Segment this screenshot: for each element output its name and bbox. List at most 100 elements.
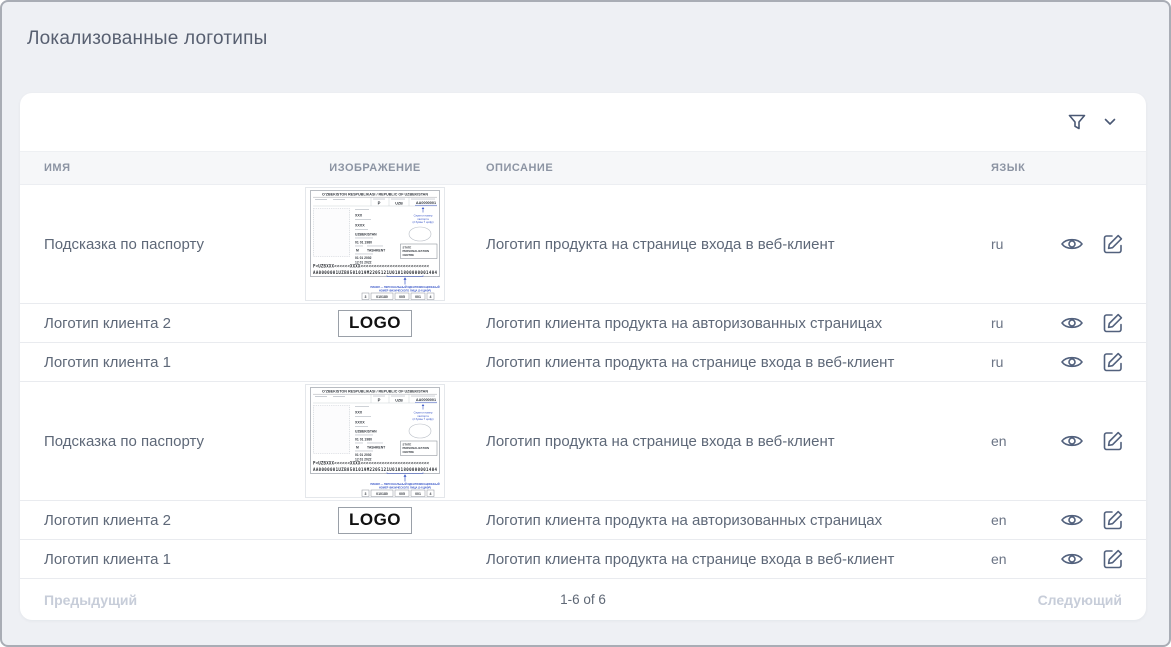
logo-description: Логотип клиента продукта на авторизованн…: [470, 512, 965, 529]
svg-text:M: M: [356, 249, 359, 253]
logo-name: Логотип клиента 2: [20, 315, 280, 332]
logo-language: en: [965, 433, 1031, 449]
svg-text:CENTRE: CENTRE: [403, 450, 415, 454]
column-header-image: ИЗОБРАЖЕНИЕ: [280, 162, 470, 174]
logos-table-card: ИМЯ ИЗОБРАЖЕНИЕ ОПИСАНИЕ ЯЗЫК Подсказка …: [20, 93, 1146, 620]
row-actions: [1031, 430, 1146, 452]
svg-text:XXX: XXX: [355, 411, 363, 415]
svg-text:010180: 010180: [376, 295, 388, 299]
logo-language: en: [965, 512, 1031, 528]
logo-description: Логотип продукта на странице входа в веб…: [470, 433, 965, 450]
view-button[interactable]: [1060, 550, 1084, 568]
row-actions: [1031, 351, 1146, 373]
svg-text:3: 3: [365, 492, 367, 496]
logo-image-cell: [280, 360, 470, 364]
edit-button[interactable]: [1102, 509, 1124, 531]
svg-text:005: 005: [399, 492, 405, 496]
view-button[interactable]: [1060, 353, 1084, 371]
svg-text:AA0000001: AA0000001: [416, 398, 436, 402]
table-body: Подсказка по паспорту O'ZBEKISTON RESPUB…: [20, 185, 1146, 579]
table-header: ИМЯ ИЗОБРАЖЕНИЕ ОПИСАНИЕ ЯЗЫК: [20, 151, 1146, 185]
logo-image-cell: O'ZBEKISTON RESPUBLIKASI / REPUBLIC OF U…: [280, 382, 470, 500]
edit-button[interactable]: [1102, 312, 1124, 334]
svg-text:UZBEKISTAN: UZBEKISTAN: [355, 430, 377, 434]
svg-text:(2 буквы 7 цифр): (2 буквы 7 цифр): [412, 220, 433, 224]
svg-text:UZBEKISTAN: UZBEKISTAN: [355, 233, 377, 237]
svg-text:005: 005: [399, 295, 405, 299]
column-header-language: ЯЗЫК: [965, 162, 1031, 174]
svg-text:P: P: [378, 398, 381, 403]
svg-text:01 01 2002: 01 01 2002: [355, 453, 372, 457]
edit-button[interactable]: [1102, 548, 1124, 570]
logo-name: Подсказка по паспорту: [20, 433, 280, 450]
svg-text:НОМЕР ФИЗИЧЕСКОГО ЛИЦА (14 ЦИФ: НОМЕР ФИЗИЧЕСКОГО ЛИЦА (14 ЦИФР): [379, 288, 431, 292]
svg-text:UZB: UZB: [395, 398, 403, 402]
funnel-icon: [1066, 111, 1088, 133]
table-row: Подсказка по паспорту O'ZBEKISTON RESPUB…: [20, 185, 1146, 304]
view-button[interactable]: [1060, 511, 1084, 529]
logo-name: Логотип клиента 1: [20, 551, 280, 568]
svg-text:AA0000001UZB8501019M2205121U01: AA0000001UZB8501019M2205121U010180000000…: [313, 270, 438, 275]
logo-description: Логотип продукта на странице входа в веб…: [470, 236, 965, 253]
edit-button[interactable]: [1102, 430, 1124, 452]
svg-text:001: 001: [415, 492, 421, 496]
svg-text:XXX: XXX: [355, 214, 363, 218]
edit-button[interactable]: [1102, 233, 1124, 255]
eye-icon: [1060, 235, 1084, 253]
svg-text:НОМЕР ФИЗИЧЕСКОГО ЛИЦА (14 ЦИФ: НОМЕР ФИЗИЧЕСКОГО ЛИЦА (14 ЦИФР): [379, 485, 431, 489]
svg-text:TASHKENT: TASHKENT: [367, 249, 386, 253]
svg-text:01 01 1980: 01 01 1980: [355, 241, 372, 245]
svg-text:ПИНФЛ — ПЕРСОНАЛЬНЫЙ ИДЕНТИФИК: ПИНФЛ — ПЕРСОНАЛЬНЫЙ ИДЕНТИФИКАЦИОННЫЙ: [370, 285, 439, 289]
logo-language: en: [965, 551, 1031, 567]
row-actions: [1031, 509, 1146, 531]
svg-text:UZB: UZB: [395, 201, 403, 205]
edit-icon: [1102, 430, 1124, 452]
view-button[interactable]: [1060, 235, 1084, 253]
eye-icon: [1060, 432, 1084, 450]
svg-text:O'ZBEKISTON RESPUBLIKASI / REP: O'ZBEKISTON RESPUBLIKASI / REPUBLIC OF U…: [322, 193, 428, 197]
svg-text:CENTRE: CENTRE: [403, 253, 415, 257]
logo-name: Логотип клиента 2: [20, 512, 280, 529]
edit-icon: [1102, 509, 1124, 531]
pagination: Предыдущий 1-6 of 6 Следующий: [20, 579, 1146, 620]
svg-text:(2 буквы 7 цифр): (2 буквы 7 цифр): [412, 417, 433, 421]
table-row: Логотип клиента 1 Логотип клиента продук…: [20, 343, 1146, 382]
logo-image: LOGO: [338, 310, 412, 337]
svg-text:P: P: [378, 201, 381, 206]
svg-text:P<UZBXXX<<<<<<XXXX<<<<<<<<<<<<: P<UZBXXX<<<<<<XXXX<<<<<<<<<<<<<<<<<<<<<<…: [313, 264, 430, 269]
page-range-label: 1-6 of 6: [20, 592, 1146, 607]
svg-text:001: 001: [415, 295, 421, 299]
table-toolbar: [20, 93, 1146, 151]
svg-text:3: 3: [365, 295, 367, 299]
app-window: Локализованные логотипы ИМЯ: [0, 0, 1171, 647]
logo-image-cell: [280, 557, 470, 561]
logo-description: Логотип клиента продукта на странице вхо…: [470, 354, 965, 371]
view-button[interactable]: [1060, 314, 1084, 332]
edit-button[interactable]: [1102, 351, 1124, 373]
logo-image: LOGO: [338, 507, 412, 534]
passport-image: O'ZBEKISTON RESPUBLIKASI / REPUBLIC OF U…: [305, 187, 445, 301]
table-row: Логотип клиента 1 Логотип клиента продук…: [20, 540, 1146, 579]
logo-name: Логотип клиента 1: [20, 354, 280, 371]
table-row: Подсказка по паспорту O'ZBEKISTON RESPUB…: [20, 382, 1146, 501]
row-actions: [1031, 312, 1146, 334]
svg-text:ПИНФЛ — ПЕРСОНАЛЬНЫЙ ИДЕНТИФИК: ПИНФЛ — ПЕРСОНАЛЬНЫЙ ИДЕНТИФИКАЦИОННЫЙ: [370, 482, 439, 486]
column-header-name: ИМЯ: [20, 162, 280, 174]
logo-language: ru: [965, 354, 1031, 370]
logo-description: Логотип клиента продукта на странице вхо…: [470, 551, 965, 568]
eye-icon: [1060, 511, 1084, 529]
filter-button[interactable]: [1066, 111, 1088, 133]
view-button[interactable]: [1060, 432, 1084, 450]
eye-icon: [1060, 550, 1084, 568]
filter-expand-button[interactable]: [1104, 118, 1116, 126]
svg-text:TASHKENT: TASHKENT: [367, 446, 386, 450]
row-actions: [1031, 233, 1146, 255]
svg-text:4: 4: [430, 295, 432, 299]
logo-language: ru: [965, 236, 1031, 252]
edit-icon: [1102, 312, 1124, 334]
svg-text:01 01 1980: 01 01 1980: [355, 438, 372, 442]
edit-icon: [1102, 233, 1124, 255]
svg-text:P<UZBXXX<<<<<<XXXX<<<<<<<<<<<<: P<UZBXXX<<<<<<XXXX<<<<<<<<<<<<<<<<<<<<<<…: [313, 461, 430, 466]
logo-image-cell: O'ZBEKISTON RESPUBLIKASI / REPUBLIC OF U…: [280, 185, 470, 303]
logo-name: Подсказка по паспорту: [20, 236, 280, 253]
